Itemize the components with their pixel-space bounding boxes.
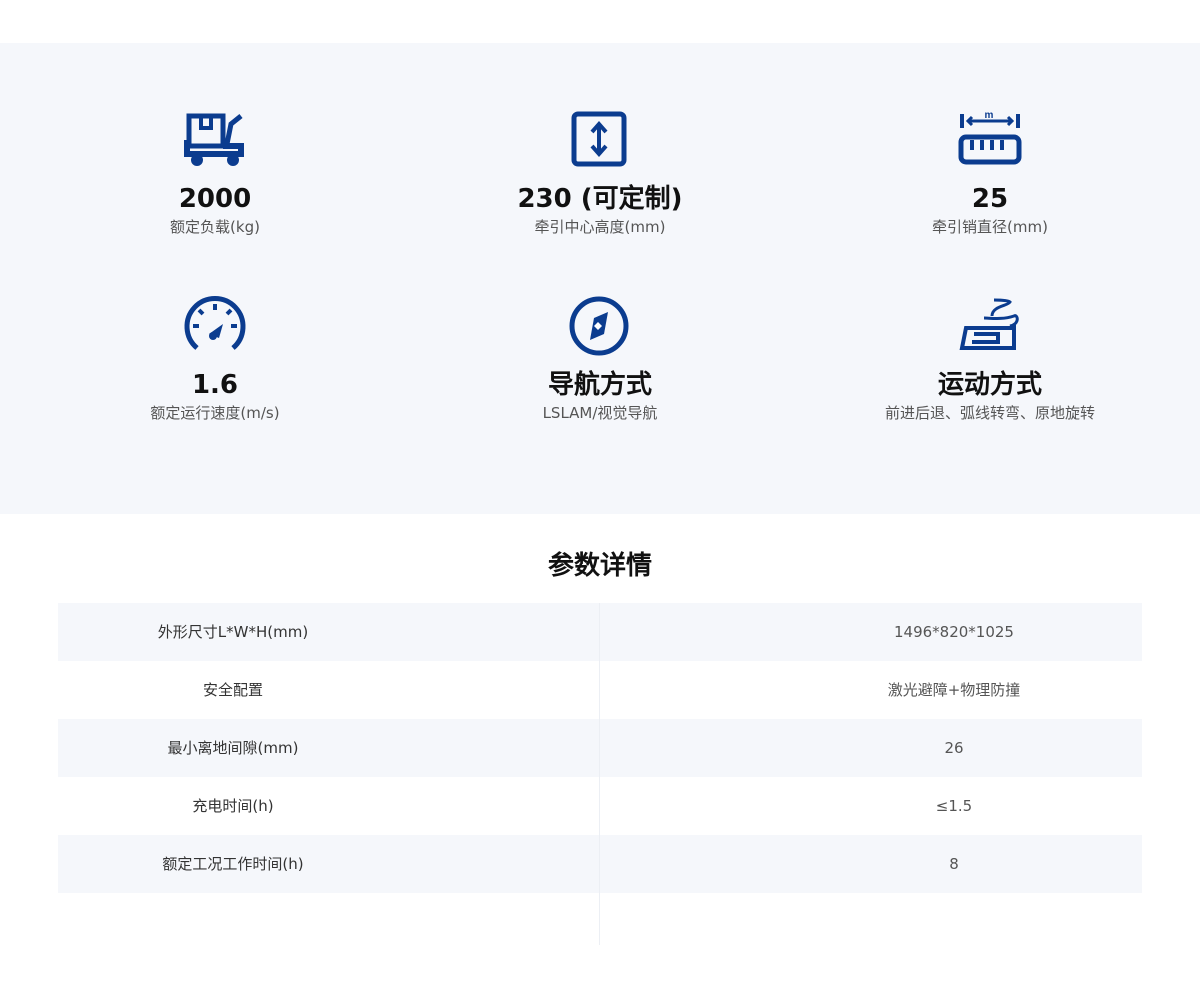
motion-icon — [958, 296, 1022, 360]
feature-hitch-height: 230 (可定制) 牵引中心高度(mm) — [400, 110, 800, 250]
feature-label: 牵引中心高度(mm) — [534, 218, 666, 236]
feature-value: 2000 — [178, 184, 252, 214]
spec-key: 最小离地间隙(mm) — [167, 739, 299, 757]
spec-key: 安全配置 — [202, 681, 263, 699]
feature-label: 额定运行速度(m/s) — [150, 404, 280, 422]
spec-key: 额定工况工作时间(h) — [162, 855, 304, 873]
feature-value: 230 (可定制) — [517, 184, 683, 214]
feature-value: 25 — [971, 184, 1009, 214]
feature-label: LSLAM/视觉导航 — [542, 404, 658, 422]
feature-value: 1.6 — [191, 370, 239, 400]
spec-key: 外形尺寸L*W*H(mm) — [157, 623, 309, 641]
ruler-icon: m — [958, 110, 1022, 174]
feature-navigation: 导航方式 LSLAM/视觉导航 — [400, 296, 800, 436]
spec-table: 外形尺寸L*W*H(mm) 1496*820*1025 安全配置 激光避障+物理… — [58, 603, 1142, 893]
height-icon — [568, 110, 632, 174]
table-row: 最小离地间隙(mm) 26 — [58, 719, 1142, 777]
table-row: 额定工况工作时间(h) 8 — [58, 835, 1142, 893]
features-panel: 2000 额定负载(kg) 230 (可定制) 牵引中心高度(mm) m 25 … — [0, 43, 1200, 514]
spec-value: 激光避障+物理防撞 — [887, 681, 1021, 699]
feature-label: 牵引销直径(mm) — [932, 218, 1048, 236]
specs-title: 参数详情 — [547, 551, 652, 581]
spec-value: 1496*820*1025 — [894, 623, 1014, 641]
feature-label: 前进后退、弧线转弯、原地旋转 — [884, 404, 1095, 422]
table-row: 安全配置 激光避障+物理防撞 — [58, 661, 1142, 719]
compass-icon — [568, 296, 632, 360]
spec-value: 26 — [944, 739, 964, 757]
feature-pin-diameter: m 25 牵引销直径(mm) — [790, 110, 1190, 250]
cart-icon — [183, 110, 247, 174]
feature-rated-speed: 1.6 额定运行速度(m/s) — [15, 296, 415, 436]
table-row: 外形尺寸L*W*H(mm) 1496*820*1025 — [58, 603, 1142, 661]
table-column-divider — [599, 603, 600, 945]
spec-value: ≤1.5 — [935, 797, 973, 815]
spec-value: 8 — [949, 855, 959, 873]
feature-motion: 运动方式 前进后退、弧线转弯、原地旋转 — [790, 296, 1190, 436]
feature-value: 导航方式 — [547, 370, 652, 400]
feature-rated-load: 2000 额定负载(kg) — [15, 110, 415, 250]
feature-label: 额定负载(kg) — [170, 218, 260, 236]
spec-key: 充电时间(h) — [192, 797, 274, 815]
table-row: 充电时间(h) ≤1.5 — [58, 777, 1142, 835]
feature-value: 运动方式 — [937, 370, 1042, 400]
ruler-unit-label: m — [985, 110, 994, 121]
speedometer-icon — [183, 296, 247, 360]
